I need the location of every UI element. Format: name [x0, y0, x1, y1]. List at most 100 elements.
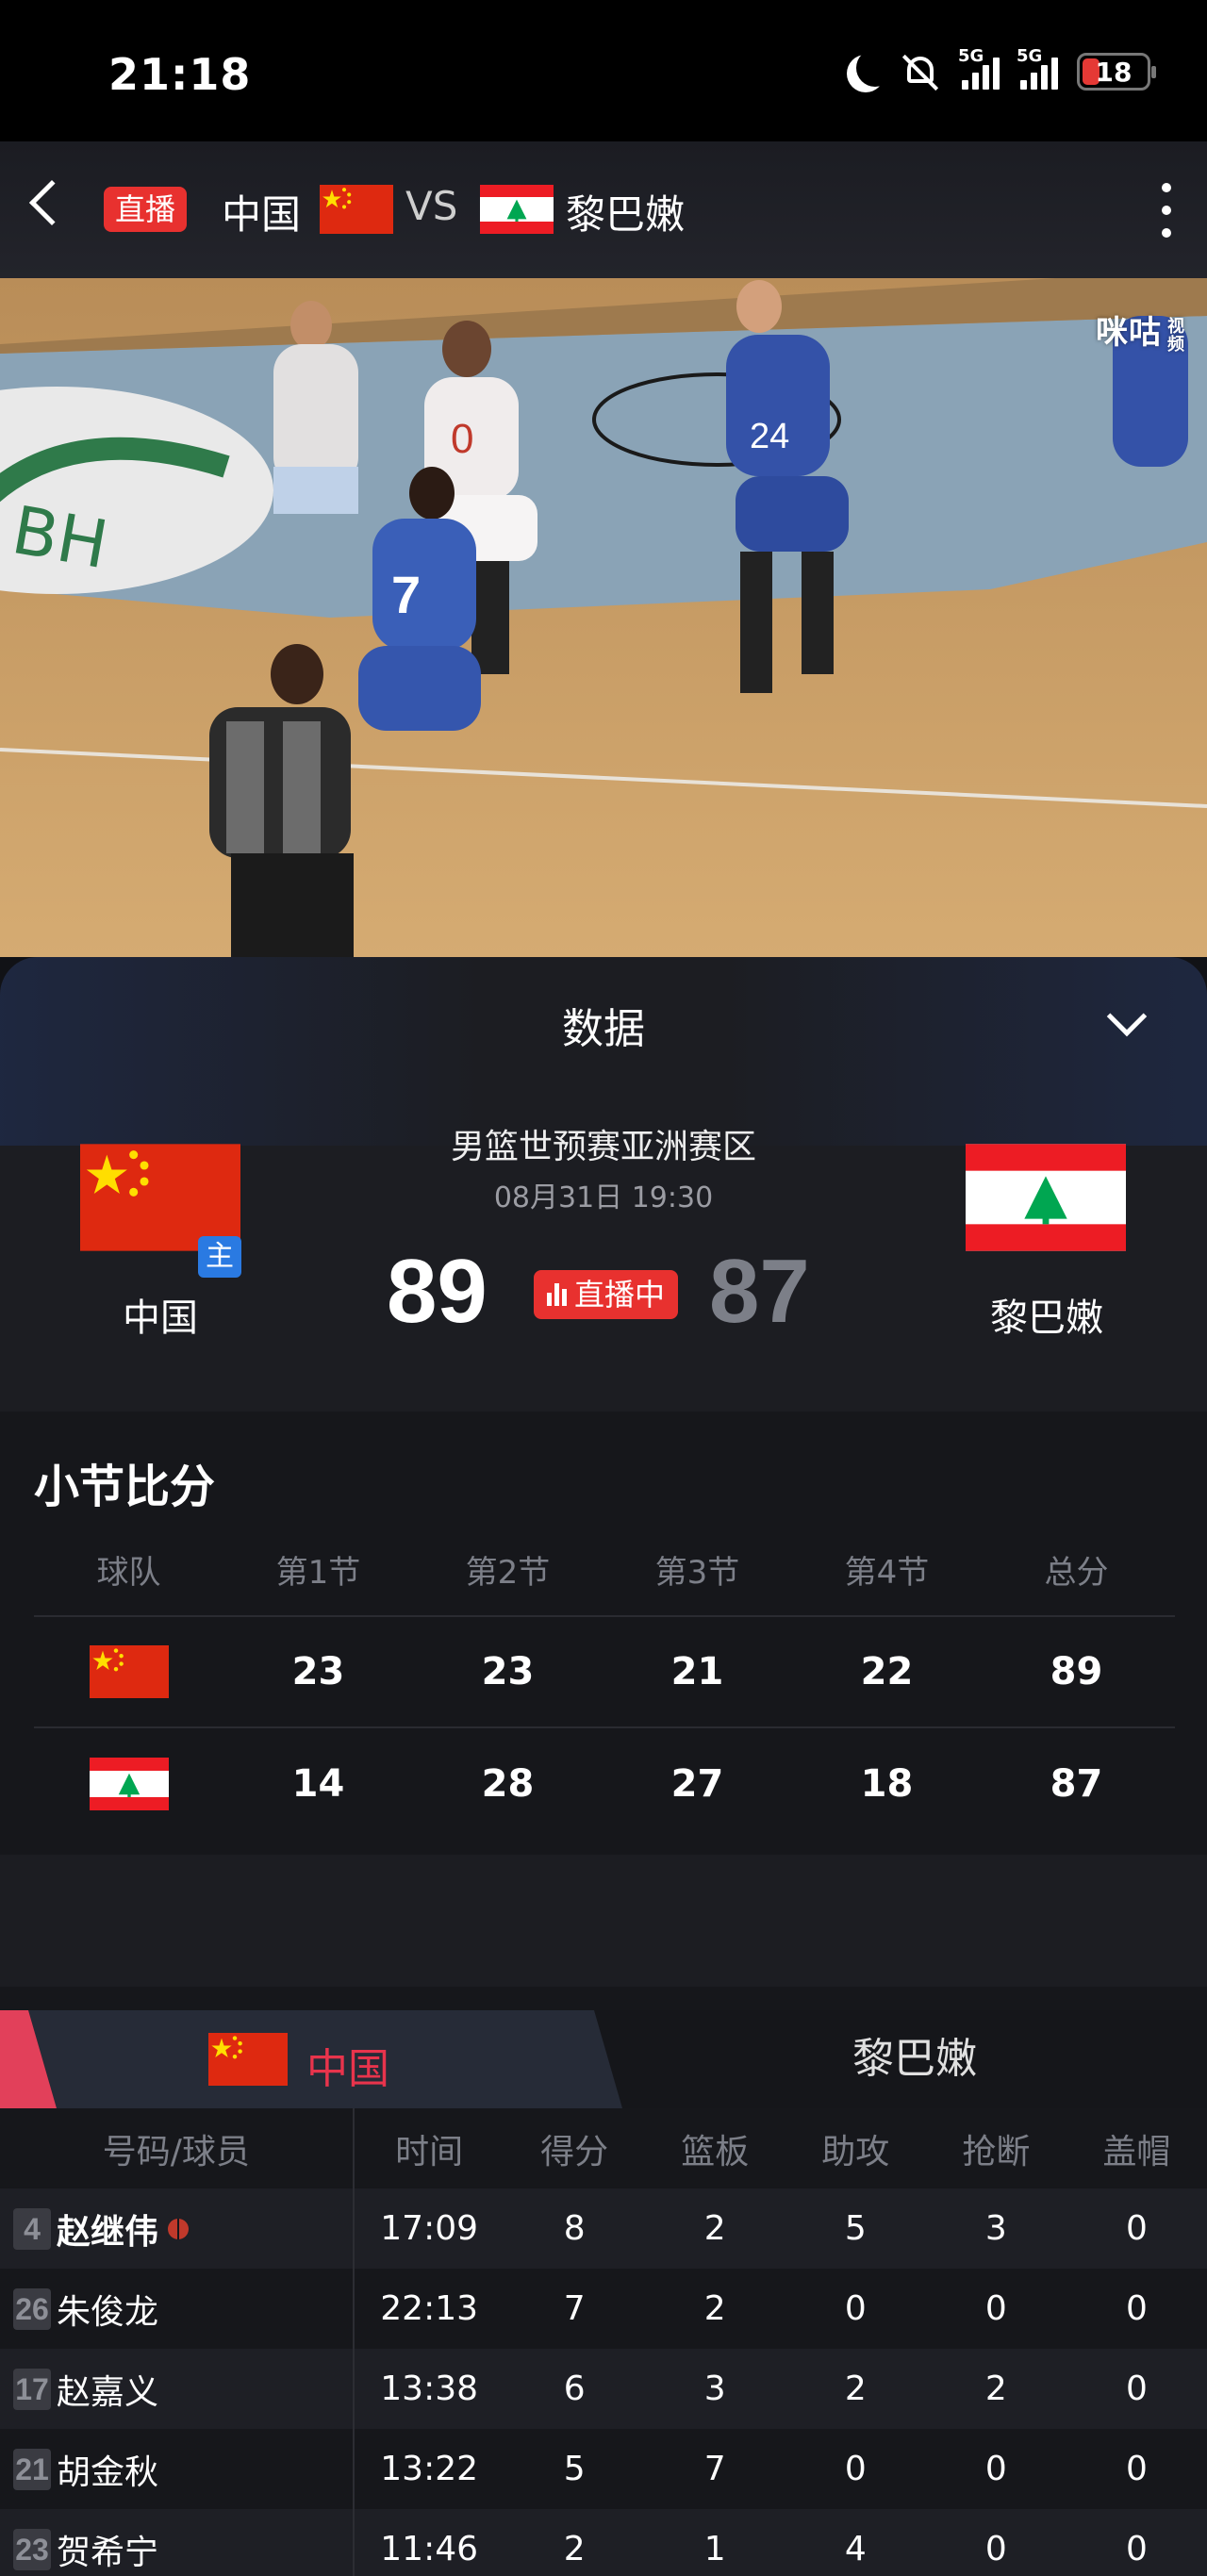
quarter-row-china: 23 23 21 22 89 [34, 1617, 1175, 1728]
player-name: 朱俊龙 [57, 2292, 159, 2332]
lebanon-flag-icon [480, 185, 554, 234]
header-assists: 助攻 [821, 2132, 890, 2171]
score-cell: 23 [291, 1650, 345, 1693]
status-bar: 21:18 5G 5G 18 [0, 0, 1207, 141]
stat-minutes: 17:09 [380, 2209, 479, 2248]
player-cell: 4 赵继伟 [0, 2188, 355, 2269]
away-team-flag [966, 1144, 1126, 1251]
quarter-scores-table: 球队 第1节 第2节 第3节 第4节 总分 23 23 21 22 89 14 … [34, 1523, 1175, 1840]
player-row[interactable]: 23 贺希宁 11:46 2 1 4 0 0 [0, 2509, 1207, 2576]
player-name: 贺希宁 [57, 2533, 159, 2572]
header-q2: 第2节 [465, 1553, 551, 1592]
stat-steals: 0 [984, 2289, 1007, 2328]
header-q4: 第4节 [844, 1553, 930, 1592]
data-panel: 数据 主 中国 男篮世预赛亚洲赛区 08月31日 19:30 89 直播中 87… [0, 957, 1207, 2576]
stat-points: 6 [563, 2370, 586, 2408]
signal-5g-icon-2: 5G [1017, 46, 1058, 90]
score-cell: 28 [481, 1762, 535, 1806]
player-stats-section: 中国 黎巴嫩 号码/球员 时间 得分 篮板 助攻 抢断 盖帽 4 赵继伟 17:… [0, 1987, 1207, 2576]
header-blocks: 盖帽 [1102, 2132, 1171, 2171]
quarter-scores-section: 小节比分 球队 第1节 第2节 第3节 第4节 总分 23 23 21 22 8… [0, 1412, 1207, 1855]
match-header: 直播 中国 VS 黎巴嫩 [0, 141, 1207, 278]
stat-blocks: 0 [1125, 2530, 1148, 2568]
player-cell: 23 贺希宁 [0, 2509, 355, 2576]
battery-level: 18 [1095, 56, 1133, 88]
player-row[interactable]: 26 朱俊龙 22:13 7 2 0 0 0 [0, 2269, 1207, 2349]
player-name: 胡金秋 [57, 2452, 159, 2492]
live-status-label: 直播中 [574, 1277, 666, 1313]
panel-title: 数据 [562, 1005, 645, 1053]
china-flag-icon [208, 2033, 288, 2086]
home-indicator-badge: 主 [198, 1236, 241, 1278]
stat-steals: 2 [984, 2370, 1007, 2408]
header-player: 号码/球员 [0, 2108, 355, 2188]
tab-home-label[interactable]: 中国 [306, 2035, 389, 2095]
player-cell: 26 朱俊龙 [0, 2269, 355, 2349]
jersey-number: 4 [13, 2207, 51, 2250]
stat-minutes: 13:38 [380, 2370, 479, 2408]
stat-rebounds: 2 [703, 2209, 726, 2248]
header-q3: 第3节 [654, 1553, 740, 1592]
stat-assists: 0 [844, 2450, 867, 2488]
player-cell: 17 赵嘉义 [0, 2349, 355, 2429]
stat-points: 2 [563, 2530, 586, 2568]
svg-text:BH: BH [7, 491, 113, 584]
versus-label: VS [405, 183, 458, 229]
tab-away-team[interactable]: 黎巴嫩 [622, 2010, 1207, 2108]
basketball-icon [168, 2218, 190, 2239]
stat-assists: 5 [844, 2209, 867, 2248]
home-score: 89 [387, 1241, 488, 1342]
score-cell: 14 [291, 1762, 345, 1806]
player-row[interactable]: 21 胡金秋 13:22 5 7 0 0 0 [0, 2429, 1207, 2509]
total-cell: 89 [1050, 1650, 1103, 1693]
header-total: 总分 [1044, 1553, 1109, 1592]
score-cell: 18 [860, 1762, 914, 1806]
stat-points: 7 [563, 2289, 586, 2328]
player-row[interactable]: 17 赵嘉义 13:38 6 3 2 2 0 [0, 2349, 1207, 2429]
muted-bell-icon [901, 53, 941, 91]
header-away-team: 黎巴嫩 [566, 191, 686, 238]
player-row[interactable]: 4 赵继伟 17:09 8 2 5 3 0 [0, 2188, 1207, 2269]
header-q1: 第1节 [275, 1553, 361, 1592]
stat-blocks: 0 [1125, 2209, 1148, 2248]
player-cell: 21 胡金秋 [0, 2429, 355, 2509]
stat-steals: 3 [984, 2209, 1007, 2248]
live-status-badge: 直播中 [534, 1270, 679, 1319]
more-options-icon[interactable] [1162, 183, 1171, 238]
quarter-table-header: 球队 第1节 第2节 第3节 第4节 总分 [34, 1523, 1175, 1617]
player-stats-table: 号码/球员 时间 得分 篮板 助攻 抢断 盖帽 4 赵继伟 17:09 8 2 … [0, 2108, 1207, 2576]
away-team-name: 黎巴嫩 [990, 1296, 1103, 1340]
home-team-name: 中国 [123, 1296, 198, 1340]
stat-points: 8 [563, 2209, 586, 2248]
total-cell: 87 [1050, 1762, 1103, 1806]
signal-5g-icon: 5G [958, 46, 1000, 90]
jersey-number: 26 [13, 2287, 51, 2330]
stat-steals: 0 [984, 2530, 1007, 2568]
back-arrow-icon[interactable] [28, 179, 75, 226]
basketball-game-frame: BH 0 7 24 [0, 278, 1207, 957]
stat-points: 5 [563, 2450, 586, 2488]
stat-rebounds: 2 [703, 2289, 726, 2328]
stat-minutes: 13:22 [380, 2450, 479, 2488]
header-team: 球队 [96, 1553, 161, 1592]
stat-minutes: 11:46 [380, 2530, 479, 2568]
china-flag-icon [320, 185, 393, 234]
away-score: 87 [709, 1241, 810, 1342]
stat-rebounds: 7 [703, 2450, 726, 2488]
stat-steals: 0 [984, 2450, 1007, 2488]
score-cell: 21 [670, 1650, 724, 1693]
stat-rebounds: 3 [703, 2370, 726, 2408]
jersey-number: 23 [13, 2528, 51, 2570]
jersey-number: 17 [13, 2368, 51, 2410]
stat-rebounds: 1 [703, 2530, 726, 2568]
header-steals: 抢断 [962, 2132, 1031, 2171]
video-player[interactable]: BH 0 7 24 咪咕 视频 [0, 278, 1207, 957]
svg-text:7: 7 [391, 565, 421, 624]
battery-icon: 18 [1077, 53, 1156, 91]
player-name: 赵嘉义 [57, 2372, 159, 2412]
migu-video-watermark: 咪咕 视频 [1096, 314, 1184, 353]
header-points: 得分 [540, 2132, 609, 2171]
stat-assists: 2 [844, 2370, 867, 2408]
quarter-scores-title: 小节比分 [34, 1461, 216, 1513]
jersey-number: 21 [13, 2448, 51, 2490]
